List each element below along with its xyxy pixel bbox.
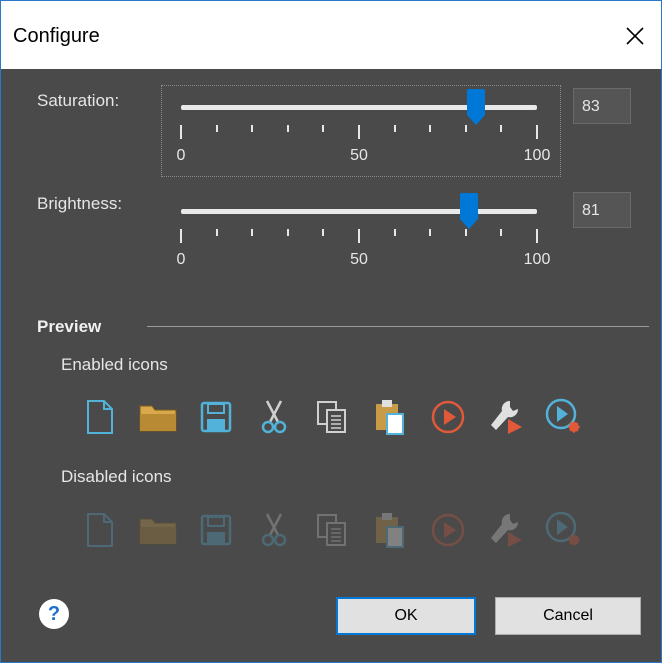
tick-mark xyxy=(180,125,182,139)
save-icon xyxy=(197,510,235,550)
brightness-value[interactable]: 81 xyxy=(573,192,631,228)
close-icon xyxy=(626,27,644,45)
copy-icon xyxy=(313,397,351,437)
tick-mark xyxy=(358,229,360,243)
disabled-icons-row xyxy=(81,510,583,550)
help-button[interactable]: ? xyxy=(39,599,69,629)
tick-mark xyxy=(322,125,325,132)
run-icon xyxy=(429,397,467,437)
help-icon: ? xyxy=(47,602,61,625)
tick-label: 0 xyxy=(176,251,186,268)
save-icon xyxy=(197,397,235,437)
tick-mark xyxy=(358,125,360,139)
slider-thumb[interactable] xyxy=(459,193,479,229)
cancel-button[interactable]: Cancel xyxy=(495,597,641,635)
tick-mark xyxy=(180,229,182,243)
cut-icon xyxy=(255,510,293,550)
saturation-label: Saturation: xyxy=(37,91,120,110)
new-file-icon xyxy=(81,397,119,437)
title-bar: Configure xyxy=(1,1,661,69)
paste-icon xyxy=(371,510,409,550)
debug-icon xyxy=(545,397,583,437)
tick-mark xyxy=(536,125,538,139)
new-file-icon xyxy=(81,510,119,550)
build-icon xyxy=(487,397,525,437)
copy-icon xyxy=(313,510,351,550)
tick-mark xyxy=(251,125,254,132)
brightness-label: Brightness: xyxy=(37,194,123,213)
tick-mark xyxy=(429,125,432,132)
paste-icon xyxy=(371,397,409,437)
brightness-track xyxy=(181,209,537,214)
tick-mark xyxy=(215,229,218,236)
tick-mark xyxy=(251,229,254,236)
enabled-icons-row xyxy=(81,397,583,437)
tick-mark xyxy=(393,125,396,132)
tick-mark xyxy=(500,229,503,236)
close-button[interactable] xyxy=(609,13,661,59)
tick-label: 0 xyxy=(176,147,186,164)
run-icon xyxy=(429,510,467,550)
tick-mark xyxy=(322,229,325,236)
debug-icon xyxy=(545,510,583,550)
dialog-title: Configure xyxy=(13,25,100,47)
configure-dialog: Configure Saturation: 0 50 100 83 Brightne… xyxy=(0,0,662,663)
tick-label: 50 xyxy=(350,147,368,164)
saturation-value[interactable]: 83 xyxy=(573,88,631,124)
cut-icon xyxy=(255,397,293,437)
build-icon xyxy=(487,510,525,550)
tick-mark xyxy=(286,125,289,132)
open-folder-icon xyxy=(139,510,177,550)
tick-mark xyxy=(536,229,538,243)
tick-mark xyxy=(464,125,467,132)
enabled-icons-label: Enabled icons xyxy=(61,355,168,374)
tick-mark xyxy=(215,125,218,132)
tick-mark xyxy=(393,229,396,236)
ok-button[interactable]: OK xyxy=(336,597,476,635)
slider-thumb[interactable] xyxy=(466,89,486,125)
tick-label: 100 xyxy=(523,147,551,164)
tick-label: 100 xyxy=(523,251,551,268)
tick-mark xyxy=(429,229,432,236)
tick-mark xyxy=(464,229,467,236)
preview-divider xyxy=(147,326,649,327)
brightness-slider[interactable]: 0 50 100 xyxy=(177,191,550,277)
open-folder-icon xyxy=(139,397,177,437)
tick-mark xyxy=(286,229,289,236)
preview-section-label: Preview xyxy=(37,317,102,336)
saturation-slider[interactable]: 0 50 100 xyxy=(177,87,550,173)
disabled-icons-label: Disabled icons xyxy=(61,467,172,486)
tick-label: 50 xyxy=(350,251,368,268)
tick-mark xyxy=(500,125,503,132)
